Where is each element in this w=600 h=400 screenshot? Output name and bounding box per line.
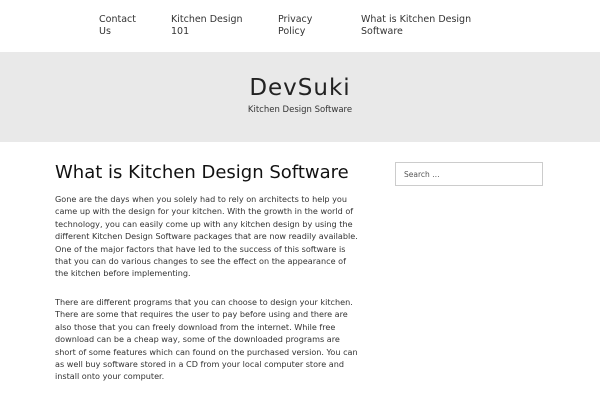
nav-link-contact-us[interactable]: Contact Us bbox=[99, 14, 149, 38]
site-header: DevSuki Kitchen Design Software bbox=[0, 52, 600, 142]
site-tagline: Kitchen Design Software bbox=[247, 105, 353, 115]
site-title[interactable]: DevSuki bbox=[0, 75, 600, 101]
post-paragraph: Gone are the days when you solely had to… bbox=[55, 194, 358, 279]
search-input[interactable] bbox=[396, 163, 542, 185]
nav-link-privacy-policy[interactable]: Privacy Policy bbox=[278, 14, 338, 38]
nav-link-what-is-kitchen-design-software[interactable]: What is Kitchen Design Software bbox=[361, 14, 486, 38]
top-navigation: Contact Us Kitchen Design 101 Privacy Po… bbox=[0, 0, 600, 52]
nav-link-kitchen-design-101[interactable]: Kitchen Design 101 bbox=[171, 14, 251, 38]
post-title: What is Kitchen Design Software bbox=[55, 162, 349, 183]
post-paragraph: There are different programs that you ca… bbox=[55, 297, 358, 382]
search-box bbox=[395, 162, 543, 186]
